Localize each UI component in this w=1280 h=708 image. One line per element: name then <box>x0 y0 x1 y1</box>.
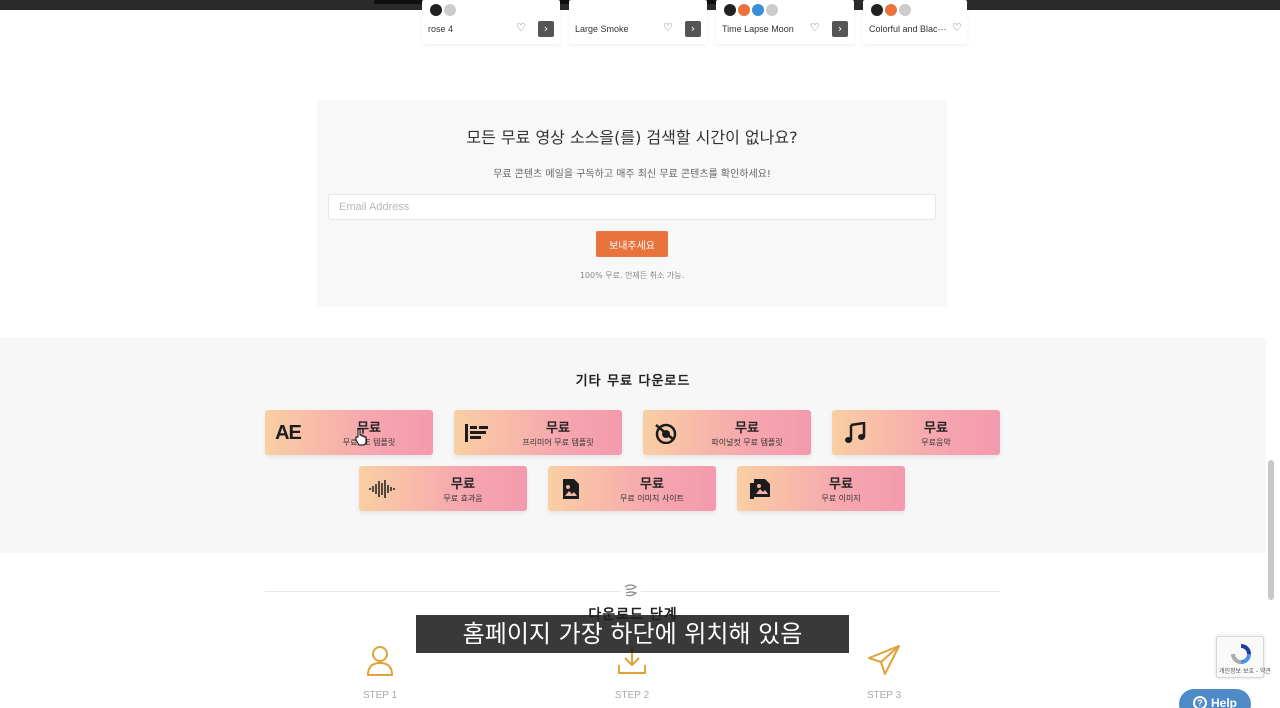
card-badges <box>430 4 458 16</box>
help-button[interactable]: ? Help <box>1179 689 1251 708</box>
tile-final-cut-templates[interactable]: 무료 파이널컷 무료 템플릿 <box>643 410 811 455</box>
image-file-icon <box>558 476 584 502</box>
video-card[interactable]: Time Lapse Moon ♡ › <box>716 0 854 44</box>
tile-main-label: 무료 <box>640 477 664 492</box>
format-badge-icon <box>430 4 442 16</box>
tile-main-label: 무료 <box>357 421 381 436</box>
tile-sub-label: 무료 AE 템플릿 <box>342 438 396 447</box>
card-badges <box>871 4 913 16</box>
email-field[interactable] <box>328 194 936 220</box>
recaptcha-label: 개인정보 보호 - 약관 <box>1219 668 1272 675</box>
chevron-right-icon[interactable]: › <box>685 21 701 37</box>
section-title: 기타 무료 다운로드 <box>575 374 691 389</box>
help-label: Help <box>1211 696 1238 708</box>
newsletter-section: 모든 무료 영상 소스을(를) 검색할 시간이 없나요? 무료 콘텐츠 메일을 … <box>317 100 947 307</box>
card-title: rose 4 <box>428 24 454 34</box>
card-title: Colorful and Blac··· <box>869 24 947 34</box>
subscribe-button[interactable]: 보내주세요 <box>596 231 668 257</box>
tile-premiere-templates[interactable]: 무료 프리미어 무료 템플릿 <box>454 410 622 455</box>
tile-free-image-sites[interactable]: 무료 무료 이미지 사이트 <box>548 466 716 511</box>
recaptcha-badge[interactable]: 개인정보 보호 - 약관 <box>1216 636 1271 678</box>
tile-main-label: 무료 <box>924 421 948 436</box>
question-icon: ? <box>1193 696 1207 708</box>
step-label: STEP 1 <box>362 690 398 701</box>
sound-wave-icon <box>369 476 395 502</box>
format-badge-icon <box>752 4 764 16</box>
tile-sub-label: 프리미어 무료 템플릿 <box>522 438 594 447</box>
paper-plane-icon <box>867 643 901 677</box>
format-badge-icon <box>738 4 750 16</box>
chevron-right-icon[interactable]: › <box>538 21 554 37</box>
swirl-icon <box>621 583 641 601</box>
tile-main-label: 무료 <box>735 421 759 436</box>
user-icon <box>363 643 397 677</box>
tile-sub-label: 파이널컷 무료 템플릿 <box>711 438 783 447</box>
tile-sub-label: 무료음악 <box>921 438 951 447</box>
newsletter-title: 모든 무료 영상 소스을(를) 검색할 시간이 없나요? <box>466 128 798 147</box>
chevron-right-icon[interactable]: › <box>832 21 848 37</box>
video-card[interactable]: Colorful and Blac··· ♡ <box>863 0 967 44</box>
heart-icon[interactable]: ♡ <box>952 21 962 34</box>
format-badge-icon <box>871 4 883 16</box>
tile-sub-label: 무료 효과음 <box>443 494 483 503</box>
tile-sub-label: 무료 이미지 <box>821 494 861 503</box>
format-badge-icon <box>724 4 736 16</box>
card-title: Time Lapse Moon <box>722 24 794 34</box>
tile-main-label: 무료 <box>546 421 570 436</box>
heart-icon[interactable]: ♡ <box>663 21 673 34</box>
video-card[interactable]: Large Smoke ♡ › <box>569 0 707 44</box>
after-effects-icon: AE <box>275 421 302 444</box>
format-badge-icon <box>899 4 911 16</box>
tile-sound-effects[interactable]: 무료 무료 효과음 <box>359 466 527 511</box>
tile-ae-templates[interactable]: AE 무료 무료 AE 템플릿 <box>265 410 433 455</box>
video-caption: 홈페이지 가장 하단에 위치해 있음 <box>416 615 849 653</box>
step-label: STEP 3 <box>866 690 902 701</box>
heart-icon[interactable]: ♡ <box>810 21 820 34</box>
heart-icon[interactable]: ♡ <box>516 21 526 34</box>
tile-free-images[interactable]: 무료 무료 이미지 <box>737 466 905 511</box>
tile-main-label: 무료 <box>829 477 853 492</box>
card-badges <box>724 4 780 16</box>
newsletter-note: 100% 무료. 언제든 취소 가능. <box>579 271 685 280</box>
final-cut-icon <box>653 420 679 446</box>
video-card[interactable]: rose 4 ♡ › <box>422 0 560 44</box>
scrollbar-thumb[interactable] <box>1268 460 1274 600</box>
format-badge-icon <box>444 4 456 16</box>
tile-free-music[interactable]: 무료 무료음악 <box>832 410 1000 455</box>
step-label: STEP 2 <box>614 690 650 701</box>
format-badge-icon <box>885 4 897 16</box>
premiere-timeline-icon <box>464 420 490 446</box>
tile-main-label: 무료 <box>451 477 475 492</box>
card-title: Large Smoke <box>575 24 629 34</box>
other-downloads-section: 기타 무료 다운로드 <box>0 338 1266 553</box>
tile-sub-label: 무료 이미지 사이트 <box>620 494 684 503</box>
music-note-icon <box>842 420 868 446</box>
hand-cursor-icon <box>354 428 368 450</box>
format-badge-icon <box>766 4 778 16</box>
image-stack-icon <box>747 476 773 502</box>
recaptcha-icon <box>1231 644 1251 664</box>
newsletter-subtitle: 무료 콘텐츠 메일을 구독하고 매주 최신 무료 콘텐츠를 확인하세요! <box>493 169 771 180</box>
